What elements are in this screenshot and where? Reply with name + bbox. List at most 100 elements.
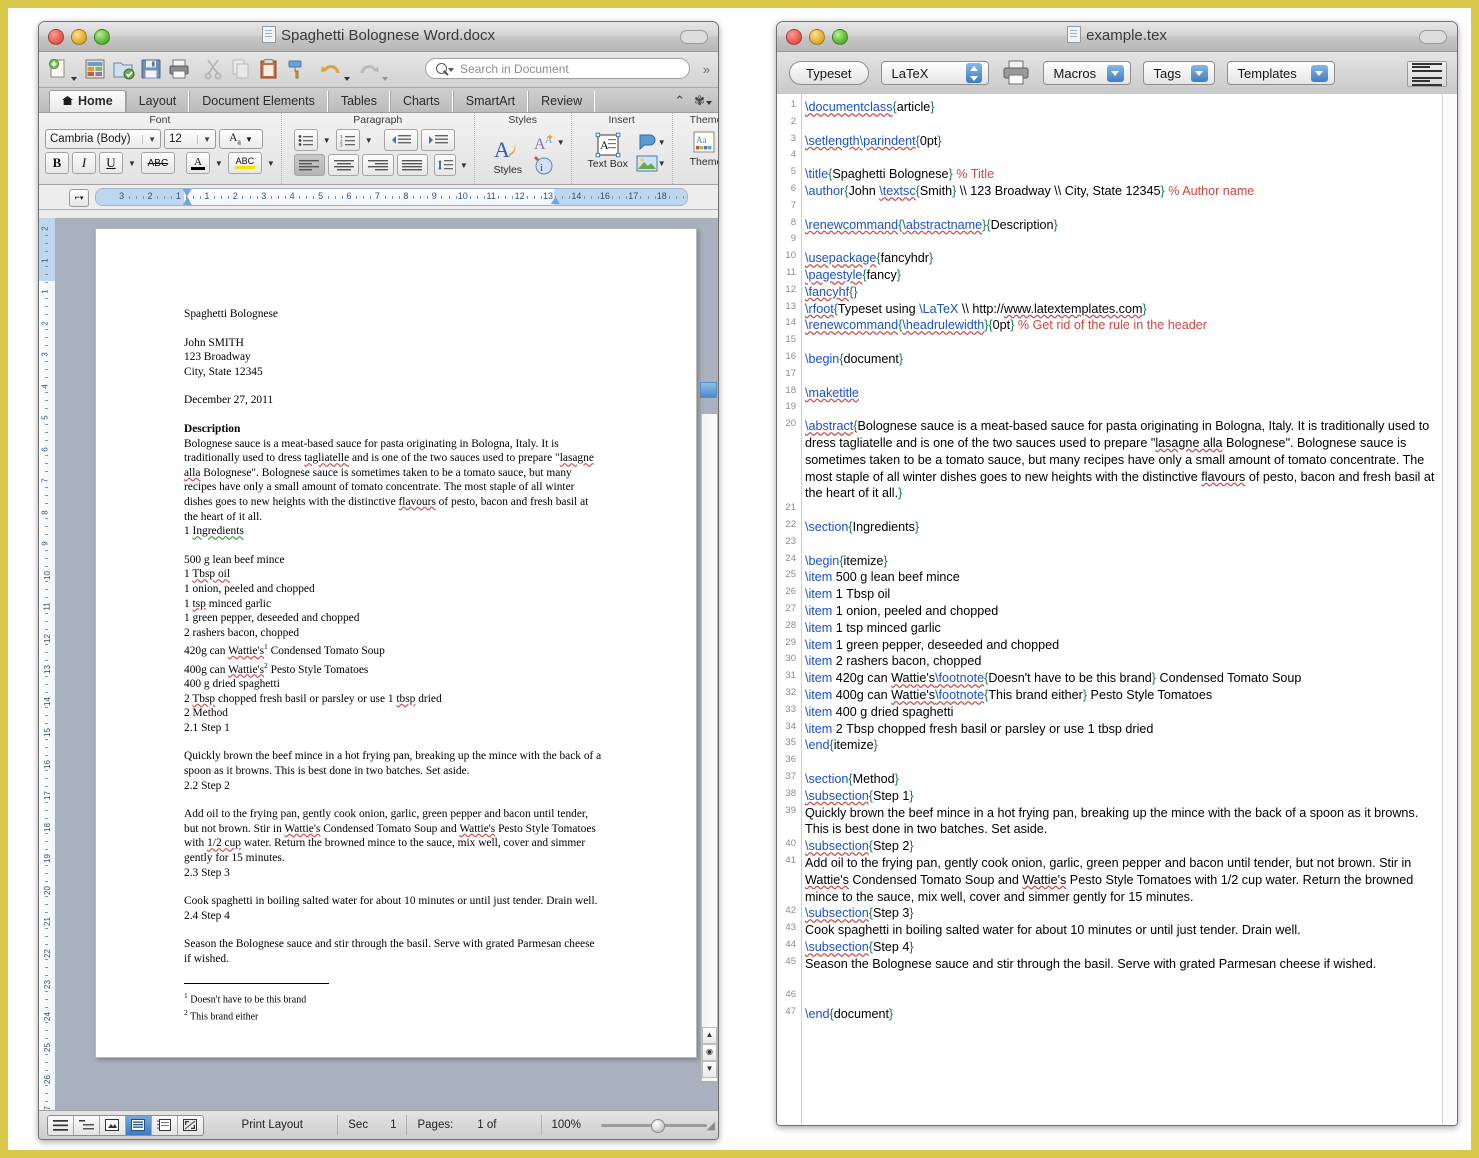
code-line[interactable]: \author{John \textsc{Smith} \\ 123 Broad… (805, 183, 1443, 200)
redo-icon[interactable] (357, 57, 381, 81)
toolbar-toggle-button[interactable] (680, 30, 708, 44)
underline-button[interactable]: U (99, 152, 123, 174)
code-line[interactable]: \setlength\parindent{0pt} (805, 133, 1443, 150)
zoom-slider-knob[interactable] (650, 1118, 665, 1133)
tex-toolbar-toggle-button[interactable] (1419, 30, 1447, 44)
chevron-down-icon[interactable]: ▼ (197, 134, 211, 144)
templates-menu[interactable]: Templates (1226, 61, 1335, 85)
tab-home[interactable]: Home (49, 90, 126, 112)
gear-icon[interactable]: ✾ (694, 93, 712, 109)
code-line[interactable]: \item 1 green pepper, deseeded and chopp… (805, 637, 1443, 654)
ribbon-tabs[interactable]: Home Layout Document Elements Tables Cha… (39, 88, 718, 113)
print-layout-view-button[interactable] (125, 1115, 152, 1135)
justify-button[interactable] (396, 154, 428, 176)
search-input[interactable]: Search in Document (425, 58, 690, 79)
code-line[interactable]: \rfoot{Typeset using \LaTeX \\ http://ww… (805, 301, 1443, 318)
align-center-button[interactable] (328, 154, 360, 176)
tab-document-elements[interactable]: Document Elements (189, 91, 328, 112)
tex-titlebar[interactable]: example.tex (777, 22, 1457, 52)
code-line[interactable]: \section{Method} (805, 771, 1443, 788)
increase-indent-button[interactable] (420, 129, 455, 151)
draft-view-button[interactable] (48, 1115, 74, 1135)
publishing-view-button[interactable] (99, 1115, 126, 1135)
code-line[interactable]: Cook spaghetti in boiling salted water f… (805, 922, 1443, 939)
code-line[interactable]: \item 400 g dried spaghetti (805, 704, 1443, 721)
style-inspector-button[interactable]: i (533, 154, 565, 181)
numbered-list-button[interactable]: 123 (335, 129, 360, 151)
word-standard-toolbar[interactable]: Search in Document » (39, 52, 718, 88)
tab-smartart[interactable]: SmartArt (452, 91, 529, 112)
code-line[interactable]: \documentclass{article} (805, 99, 1443, 116)
chevron-down-icon[interactable]: ▼ (142, 134, 156, 144)
tex-editor-window[interactable]: example.tex Typeset LaTeX Macros Tags Te… (776, 21, 1458, 1126)
previous-page-button[interactable]: ▲ (702, 1027, 717, 1044)
code-line[interactable]: \title{Spaghetti Bolognese} % Title (805, 166, 1443, 183)
code-line[interactable]: \item 1 onion, peeled and chopped (805, 603, 1443, 620)
typeset-button[interactable]: Typeset (789, 61, 869, 85)
notebook-view-button[interactable] (151, 1115, 178, 1135)
tab-layout[interactable]: Layout (125, 91, 190, 112)
themes-button[interactable]: Aa ▼ Themes (679, 130, 718, 168)
code-line[interactable]: \end{itemize} (805, 737, 1443, 754)
style-new-button[interactable]: AA ▼ (533, 132, 565, 152)
tex-vertical-scrollbar[interactable] (1442, 94, 1457, 1125)
italic-button[interactable]: I (72, 152, 96, 174)
resize-grip[interactable]: ◢ (707, 1119, 715, 1132)
code-line[interactable]: \begin{document} (805, 351, 1443, 368)
open-template-icon[interactable] (83, 57, 107, 81)
code-line[interactable]: \item 500 g lean beef mince (805, 569, 1443, 586)
outline-view-button[interactable] (73, 1115, 100, 1135)
code-line[interactable]: \item 400g can Wattie's\footnote{This br… (805, 687, 1443, 704)
tex-code[interactable]: \documentclass{article} \setlength\parind… (805, 94, 1443, 1125)
code-line[interactable]: \item 2 rashers bacon, chopped (805, 653, 1443, 670)
engine-stepper-icon[interactable] (965, 63, 982, 83)
fullscreen-view-button[interactable] (177, 1115, 203, 1135)
code-line[interactable]: \begin{itemize} (805, 553, 1443, 570)
code-line[interactable]: Quickly brown the beef mince in a hot fr… (805, 805, 1443, 839)
font-color-dropdown-icon[interactable]: ▼ (215, 159, 223, 168)
zoom-slider[interactable] (600, 1118, 707, 1133)
engine-select[interactable]: LaTeX (880, 61, 989, 85)
decrease-indent-button[interactable] (383, 129, 418, 151)
word-status-bar[interactable]: Print Layout View Sec1 Pages:1 of 1 100%… (39, 1110, 718, 1139)
save-icon[interactable] (139, 57, 163, 81)
cut-icon[interactable] (201, 57, 225, 81)
code-line[interactable]: \fancyhf{} (805, 284, 1443, 301)
undo-icon[interactable] (319, 57, 343, 81)
code-line[interactable]: \abstract{Bolognese sauce is a meat-base… (805, 418, 1443, 502)
styles-button[interactable]: A Styles (487, 131, 529, 181)
code-line[interactable]: \item 2 Tbsp chopped fresh basil or pars… (805, 721, 1443, 738)
code-line[interactable]: \item 1 Tbsp oil (805, 586, 1443, 603)
line-spacing-dropdown-icon[interactable]: ▼ (460, 161, 468, 170)
word-titlebar[interactable]: Spaghetti Bolognese Word.docx (39, 22, 718, 52)
code-line[interactable]: Season the Bolognese sauce and stir thro… (805, 956, 1443, 973)
code-line[interactable]: \subsection{Step 1} (805, 788, 1443, 805)
chevron-down-icon[interactable] (1106, 64, 1124, 82)
print-icon[interactable] (167, 57, 191, 81)
shapes-button[interactable]: ▼ (636, 132, 666, 152)
change-case-button[interactable]: Aa ▼ (219, 129, 263, 149)
code-line[interactable]: \subsection{Step 4} (805, 939, 1443, 956)
toolbar-overflow-icon[interactable]: » (703, 62, 710, 77)
code-line[interactable]: \usepackage{fancyhdr} (805, 250, 1443, 267)
align-right-button[interactable] (362, 154, 394, 176)
code-line[interactable]: \subsection{Step 3} (805, 905, 1443, 922)
undo-dropdown[interactable] (344, 68, 350, 86)
format-painter-icon[interactable] (285, 57, 309, 81)
document-canvas[interactable]: 2 1 1 2 3 4 5 6 7 8 9 10 11 12 13 14 15 16 17 18 19 20 21 22 23 2… (39, 218, 718, 1110)
open-folder-icon[interactable] (111, 57, 135, 81)
tex-toolbar[interactable]: Typeset LaTeX Macros Tags Templates (777, 52, 1457, 95)
font-name-select[interactable]: Cambria (Body) ▼ (45, 129, 161, 149)
font-color-button[interactable]: A (185, 152, 210, 174)
print-icon[interactable] (1001, 60, 1031, 86)
code-line[interactable]: \subsection{Step 2} (805, 838, 1443, 855)
code-line[interactable]: \renewcommand{\abstractname}{Description… (805, 217, 1443, 234)
document-body[interactable]: Spaghetti Bolognese John SMITH 123 Broad… (184, 307, 604, 1023)
vertical-scrollbar[interactable] (701, 414, 717, 1081)
macros-menu[interactable]: Macros (1042, 61, 1131, 85)
picture-button[interactable]: ▼ (636, 155, 666, 172)
bulleted-list-dropdown-icon[interactable]: ▼ (323, 136, 331, 145)
code-line[interactable]: Add oil to the frying pan, gently cook o… (805, 855, 1443, 905)
code-line[interactable]: \renewcommand{\headrulewidth}{0pt} % Get… (805, 317, 1443, 334)
paste-icon[interactable] (257, 57, 281, 81)
